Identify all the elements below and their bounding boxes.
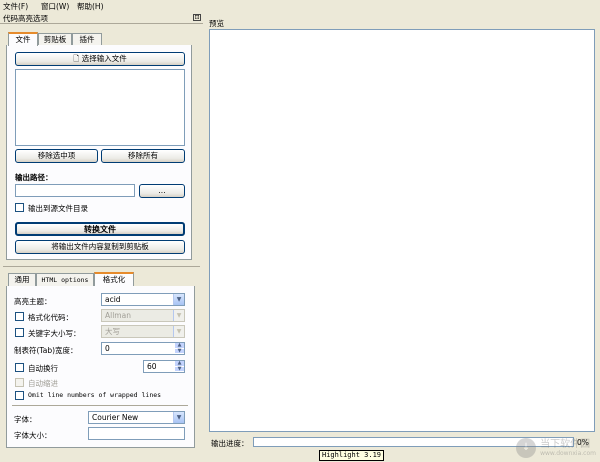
keyword-case-checkbox[interactable] [15, 328, 24, 337]
chevron-down-icon[interactable]: ▼ [175, 366, 184, 372]
menu-window[interactable]: 窗口(W) [41, 1, 69, 12]
tab-html-options[interactable]: HTML options [36, 273, 94, 286]
font-size-label: 字体大小： [14, 431, 52, 440]
menu-file[interactable]: 文件(F) [3, 1, 28, 12]
panel-title: 代码高亮选项 [3, 14, 48, 23]
chevron-down-icon: ▼ [173, 294, 184, 305]
remove-all-button[interactable]: 移除所有 [101, 149, 185, 163]
convert-button[interactable]: 转换文件 [15, 222, 185, 236]
format-code-select: Allman ▼ [101, 309, 185, 322]
chevron-down-icon: ▼ [173, 412, 184, 423]
download-logo-icon: ↓ [516, 438, 537, 458]
preview-label: 预览 [209, 19, 224, 28]
format-code-label: 格式化代码： [28, 313, 73, 322]
panel-header: 代码高亮选项 ⊡ [0, 12, 203, 24]
keyword-case-select: 大写 ▼ [101, 325, 185, 338]
watermark: ↓ 当下软件园 www.downxia.com [516, 438, 596, 458]
browse-button[interactable]: ... [139, 184, 185, 198]
chevron-down-icon[interactable]: ▼ [175, 348, 184, 354]
output-path-label: 输出路径： [15, 173, 53, 182]
omit-line-numbers-label: Omit line numbers of wrapped lines [28, 391, 162, 399]
auto-wrap-stepper[interactable]: 60 ▲ ▼ [143, 360, 185, 373]
keyword-case-label: 关键字大小写： [28, 329, 81, 338]
version-tooltip: Highlight 3.19 [319, 450, 385, 461]
watermark-text: 当下软件园 [540, 438, 591, 450]
tab-formatting[interactable]: 格式化 [94, 272, 134, 286]
menu-bar: 文件(F) 窗口(W) 帮助(H) [0, 0, 600, 12]
tab-width-stepper[interactable]: 0 ▲ ▼ [101, 342, 185, 355]
font-select[interactable]: Courier New ▼ [88, 411, 185, 424]
splitter[interactable] [203, 12, 207, 462]
format-code-checkbox[interactable] [15, 312, 24, 321]
chevron-down-icon: ▼ [173, 326, 184, 337]
chevron-down-icon: ▼ [173, 310, 184, 321]
tab-width-label: 制表符(Tab)宽度： [14, 346, 78, 355]
dock-icon[interactable]: ⊡ [193, 14, 201, 21]
font-label: 字体： [14, 415, 37, 424]
file-icon: 🗋 [73, 54, 80, 63]
output-to-source-label: 输出到源文件目录 [28, 204, 88, 213]
progress-label: 输出进度： [211, 439, 249, 448]
remove-selected-button[interactable]: 移除选中项 [15, 149, 98, 163]
tab-general[interactable]: 通用 [8, 273, 36, 286]
theme-label: 高亮主题： [14, 297, 52, 306]
tab-file[interactable]: 文件 [8, 32, 38, 46]
auto-wrap-label: 自动换行 [28, 364, 58, 373]
input-file-list[interactable] [15, 69, 185, 146]
font-size-input[interactable] [88, 427, 185, 440]
watermark-url: www.downxia.com [540, 449, 596, 457]
auto-indent-label: 自动缩进 [28, 379, 58, 388]
output-path-input[interactable] [15, 184, 135, 197]
auto-wrap-checkbox[interactable] [15, 363, 24, 372]
copy-to-clipboard-button[interactable]: 将输出文件内容复制到剪贴板 [15, 240, 185, 254]
preview-pane[interactable] [209, 29, 595, 432]
select-input-file-button[interactable]: 🗋 选择输入文件 [15, 52, 185, 66]
auto-indent-checkbox [15, 378, 24, 387]
menu-help[interactable]: 帮助(H) [77, 1, 104, 12]
output-to-source-checkbox[interactable] [15, 203, 24, 212]
theme-select[interactable]: acid ▼ [101, 293, 185, 306]
omit-line-numbers-checkbox[interactable] [15, 391, 24, 400]
